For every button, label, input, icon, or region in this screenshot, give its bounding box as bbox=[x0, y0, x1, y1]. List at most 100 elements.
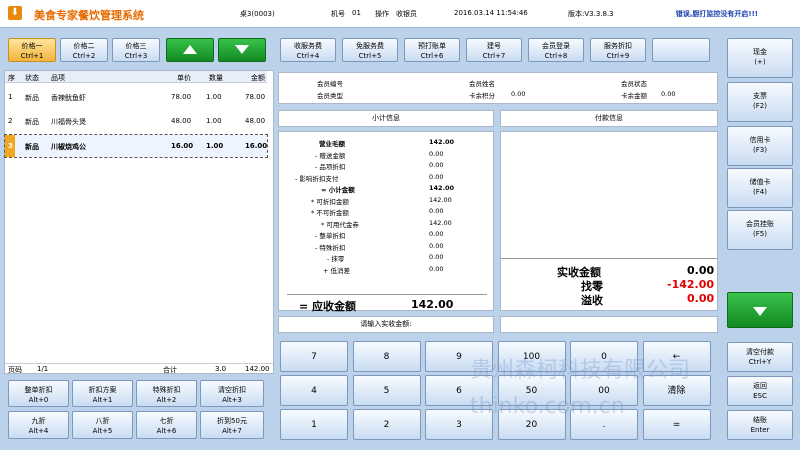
70-percent-button[interactable]: 七折 Alt+6 bbox=[136, 411, 197, 439]
numpad-key[interactable]: 100 bbox=[497, 341, 566, 372]
overpay-amount: 0.00 bbox=[687, 292, 715, 305]
received-amount-input[interactable] bbox=[500, 316, 718, 333]
table-row[interactable]: 1 新品 香辣鱿鱼虾 78.00 1.00 78.00 bbox=[5, 86, 267, 108]
subtotal-line-label: - 特殊折扣 bbox=[315, 243, 346, 252]
credit-card-button[interactable]: 信用卡 (F3) bbox=[727, 126, 793, 166]
numpad-key[interactable]: 4 bbox=[280, 375, 348, 406]
payment-title: 付款信息 bbox=[500, 110, 718, 127]
payment-divider bbox=[501, 258, 717, 259]
datetime: 2016.03.14 11:54:46 bbox=[454, 9, 528, 17]
due-label: = 应收金额 bbox=[299, 300, 357, 313]
change-amount: -142.00 bbox=[667, 278, 715, 291]
pay-scroll-down-button[interactable] bbox=[727, 292, 793, 328]
printer-warning: 错误,厨打监控没有开启!!! bbox=[675, 10, 758, 18]
subtotal-line-value: 0.00 bbox=[429, 253, 444, 261]
stored-value-card-button[interactable]: 储值卡 (F4) bbox=[727, 168, 793, 208]
numpad-key[interactable]: 1 bbox=[280, 409, 348, 440]
download-icon: ⬇ bbox=[8, 6, 22, 20]
numpad-key[interactable]: . bbox=[570, 409, 638, 440]
arrow-down-icon bbox=[235, 45, 249, 54]
subtotal-line-value: 0.00 bbox=[429, 172, 444, 181]
subtotal-line-label: * 不可折金额 bbox=[311, 209, 349, 217]
discount-to-50-button[interactable]: 折到50元 Alt+7 bbox=[200, 411, 264, 439]
numpad-key[interactable]: 00 bbox=[570, 375, 638, 406]
scroll-down-button[interactable] bbox=[218, 38, 266, 62]
charge-service-fee-button[interactable]: 收服务费 Ctrl+4 bbox=[280, 38, 336, 62]
subtotal-line-label: - 品项折扣 bbox=[315, 163, 346, 171]
numpad-key[interactable]: 5 bbox=[352, 375, 421, 406]
checkout-button[interactable]: 结账 Enter bbox=[727, 410, 793, 440]
numpad-key[interactable]: = bbox=[642, 409, 711, 440]
whole-order-discount-button[interactable]: 整单折扣 Alt+0 bbox=[8, 380, 69, 407]
subtotal-line-label: - 抹零 bbox=[327, 255, 345, 263]
numpad-key[interactable]: 3 bbox=[425, 409, 493, 440]
numpad-key[interactable]: 6 bbox=[425, 375, 493, 406]
subtotal-line-label: * 可用代金券 bbox=[321, 220, 359, 229]
numpad-key[interactable]: 9 bbox=[425, 341, 493, 372]
order-header: 序 状态 品项 单价 数量 金额 bbox=[5, 71, 267, 83]
subtotal-title: 小计信息 bbox=[278, 110, 494, 127]
check-button[interactable]: 支票 (F2) bbox=[727, 82, 793, 122]
subtotal-line-value: 0.00 bbox=[429, 241, 444, 250]
90-percent-button[interactable]: 九折 Alt+4 bbox=[8, 411, 69, 439]
subtotal-line-label: + 低消差 bbox=[323, 266, 351, 275]
machine-label: 机号 bbox=[331, 10, 345, 18]
price-1-button[interactable]: 价格一 Ctrl+1 bbox=[8, 38, 56, 62]
member-account-button[interactable]: 会员挂账 (F5) bbox=[727, 210, 793, 250]
back-button[interactable]: 返回 ESC bbox=[727, 376, 793, 406]
clear-discount-button[interactable]: 清空折扣 Alt+3 bbox=[200, 380, 264, 407]
received-amount: 0.00 bbox=[687, 264, 715, 277]
cash-button[interactable]: 现金 (+) bbox=[727, 38, 793, 78]
table-label: 桌3(0003) bbox=[240, 10, 275, 18]
member-login-button[interactable]: 会员登录 Ctrl+8 bbox=[528, 38, 584, 62]
app-title: 美食专家餐饮管理系统 bbox=[34, 9, 144, 22]
scroll-up-button[interactable] bbox=[166, 38, 214, 62]
create-number-button[interactable]: 建号 Ctrl+7 bbox=[466, 38, 522, 62]
subtotal-line-value: 142.00 bbox=[429, 138, 455, 146]
discount-plan-button[interactable]: 折扣方案 Alt+1 bbox=[72, 380, 133, 407]
received-input-label: 请输入实收金额: bbox=[278, 316, 494, 333]
subtotal-line-label: 营业毛额 bbox=[319, 140, 345, 148]
operator-name: 收银员 bbox=[396, 10, 417, 18]
payment-panel: 实收金额 0.00 找零 -142.00 溢收 0.00 bbox=[500, 131, 718, 311]
pre-print-bill-button[interactable]: 预打账单 Ctrl+6 bbox=[404, 38, 460, 62]
price-2-button[interactable]: 价格二 Ctrl+2 bbox=[60, 38, 108, 62]
subtotal-line-value: 0.00 bbox=[429, 264, 444, 273]
numpad-key[interactable]: 清除 bbox=[642, 375, 711, 406]
subtotal-line-value: 142.00 bbox=[429, 184, 455, 192]
subtotal-line-value: 0.00 bbox=[429, 230, 444, 238]
80-percent-button[interactable]: 八折 Alt+5 bbox=[72, 411, 133, 439]
version: 版本:V3.3.8.3 bbox=[568, 10, 614, 18]
numpad-key[interactable]: 7 bbox=[280, 341, 348, 372]
numpad-key[interactable]: 50 bbox=[497, 375, 566, 406]
machine-no: 01 bbox=[352, 9, 361, 17]
arrow-up-icon bbox=[183, 45, 197, 54]
subtotal-line-value: 0.00 bbox=[429, 149, 444, 158]
due-amount: 142.00 bbox=[411, 298, 454, 311]
subtotal-line-value: 0.00 bbox=[429, 207, 444, 215]
numpad-key[interactable]: 2 bbox=[352, 409, 421, 440]
subtotal-line-label: - 赠送金额 bbox=[315, 151, 346, 160]
waive-service-fee-button[interactable]: 免服务费 Ctrl+5 bbox=[342, 38, 398, 62]
subtotal-line-label: * 可折扣金额 bbox=[311, 197, 349, 206]
subtotal-divider bbox=[287, 294, 487, 295]
price-3-button[interactable]: 价格三 Ctrl+3 bbox=[112, 38, 160, 62]
order-list: 序 状态 品项 单价 数量 金额 1 新品 香辣鱿鱼虾 78.00 1.00 7… bbox=[4, 70, 274, 374]
special-discount-button[interactable]: 特殊折扣 Alt+2 bbox=[136, 380, 197, 407]
numpad-key[interactable]: ← bbox=[642, 341, 711, 372]
numpad-key[interactable]: 0 bbox=[570, 341, 638, 372]
subtotal-line-label: = 小计金额 bbox=[321, 186, 355, 194]
subtotal-line-label: - 整单折扣 bbox=[315, 232, 346, 240]
service-discount-button[interactable]: 服务折扣 Ctrl+9 bbox=[590, 38, 646, 62]
subtotal-line-label: - 影响折扣支付 bbox=[295, 174, 339, 183]
arrow-down-icon bbox=[753, 307, 767, 316]
numpad-key[interactable]: 20 bbox=[497, 409, 566, 440]
blank-button[interactable] bbox=[652, 38, 710, 62]
subtotal-line-value: 142.00 bbox=[429, 218, 452, 227]
table-row-selected[interactable]: 3 新品 川椒烧鸡公 16.00 1.00 16.00 bbox=[4, 134, 268, 158]
numpad-key[interactable]: 8 bbox=[352, 341, 421, 372]
subtotal-line-value: 0.00 bbox=[429, 161, 444, 169]
clear-payment-button[interactable]: 清空付款 Ctrl+Y bbox=[727, 342, 793, 372]
overpay-label: 溢收 bbox=[581, 294, 603, 307]
table-row[interactable]: 2 新品 川福骨头煲 48.00 1.00 48.00 bbox=[5, 110, 267, 132]
